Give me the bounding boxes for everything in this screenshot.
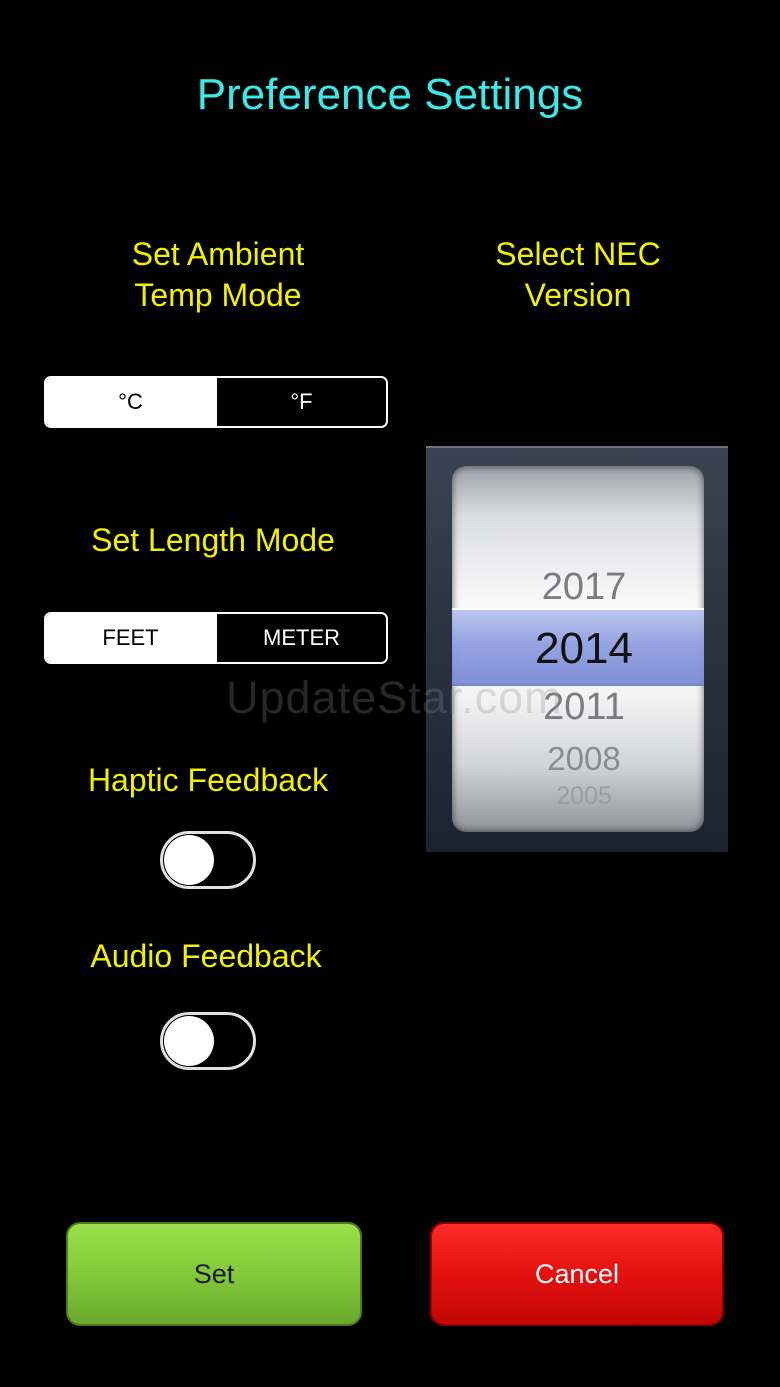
ambient-temp-label: Set Ambient Temp Mode	[131, 236, 305, 313]
set-button[interactable]: Set	[66, 1222, 362, 1326]
picker-option-2017[interactable]: 2017	[458, 566, 710, 609]
temp-celsius-option[interactable]: °C	[46, 378, 215, 426]
page-title: Preference Settings	[196, 70, 584, 119]
length-meter-option[interactable]: METER	[215, 614, 386, 662]
length-mode-label: Set Length Mode	[91, 522, 335, 558]
watermark: UpdateStar.com	[226, 672, 563, 723]
temp-fahrenheit-option[interactable]: °F	[215, 378, 386, 426]
temp-mode-segmented-control: °C °F	[44, 376, 388, 428]
audio-feedback-toggle[interactable]	[160, 1012, 256, 1070]
length-mode-segmented-control: FEET METER	[44, 612, 388, 664]
cancel-button[interactable]: Cancel	[430, 1222, 724, 1326]
nec-version-label: Select NEC Version	[495, 236, 661, 313]
toggle-knob	[164, 1016, 214, 1066]
toggle-knob	[164, 835, 214, 885]
picker-option-2008[interactable]: 2008	[458, 740, 710, 778]
picker-option-2005[interactable]: 2005	[458, 782, 710, 811]
picker-option-2014-selected[interactable]: 2014	[458, 624, 710, 674]
haptic-feedback-label: Haptic Feedback	[87, 762, 329, 798]
haptic-feedback-toggle[interactable]	[160, 831, 256, 889]
audio-feedback-label: Audio Feedback	[90, 938, 322, 974]
length-feet-option[interactable]: FEET	[46, 614, 215, 662]
